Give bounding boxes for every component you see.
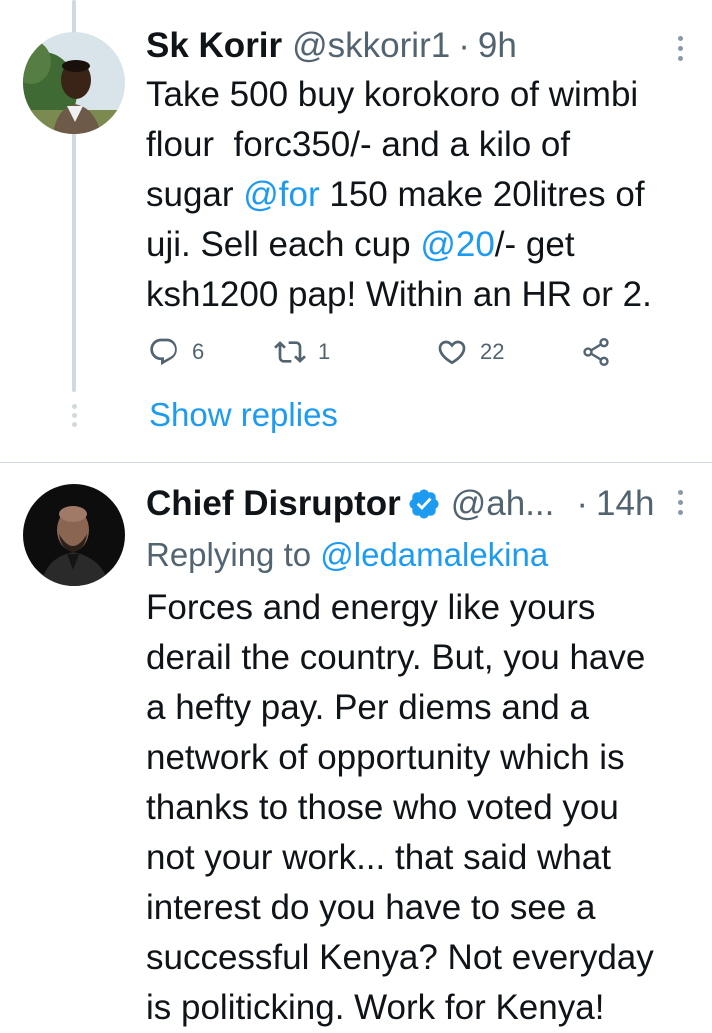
- tweet-text: Take 500 buy korokoro of wimbi flour for…: [146, 70, 698, 320]
- tweet-actions: 6 1 22: [148, 336, 618, 372]
- reply-icon: [150, 338, 177, 366]
- reply-button[interactable]: 6: [148, 336, 204, 368]
- author-name[interactable]: Sk Korir: [146, 26, 282, 66]
- retweet-icon: [274, 341, 306, 363]
- replying-to: Replying to @ledamalekina: [146, 533, 548, 577]
- tweet-timestamp[interactable]: 14h: [596, 484, 654, 524]
- tweet-header: Chief Disruptor @ah... · 14h: [146, 484, 654, 524]
- avatar-photo: [23, 32, 125, 134]
- retweet-count: 1: [318, 339, 331, 364]
- like-count: 22: [480, 339, 505, 364]
- thread-more-dots: [71, 404, 77, 427]
- tweet-timestamp[interactable]: 9h: [478, 26, 517, 66]
- verified-badge-icon: [409, 489, 439, 519]
- replying-to-label: Replying to: [146, 536, 321, 573]
- tweet-text: Forces and energy like yours derail the …: [146, 588, 654, 1027]
- avatar-photo: [23, 484, 125, 586]
- mention-link[interactable]: @for: [243, 175, 319, 214]
- reply-count: 6: [192, 339, 205, 364]
- header-separator: ·: [576, 484, 589, 523]
- share-icon: [583, 338, 609, 366]
- mention-link[interactable]: @20: [420, 225, 494, 264]
- like-button[interactable]: 22: [436, 336, 504, 368]
- author-handle[interactable]: @skkorir1: [292, 26, 450, 66]
- author-name[interactable]: Chief Disruptor: [146, 484, 401, 524]
- share-button[interactable]: [580, 336, 612, 368]
- header-separator: ·: [458, 26, 470, 65]
- replying-to-handle[interactable]: @ledamalekina: [320, 536, 548, 573]
- avatar[interactable]: [23, 32, 125, 134]
- avatar[interactable]: [23, 484, 125, 586]
- tweet-header: Sk Korir @skkorir1 · 9h: [146, 26, 517, 66]
- like-icon: [438, 340, 466, 365]
- retweet-button[interactable]: 1: [274, 336, 330, 368]
- author-handle[interactable]: @ah...: [451, 484, 555, 524]
- show-replies-link[interactable]: Show replies: [149, 396, 338, 434]
- more-icon[interactable]: [676, 490, 684, 515]
- more-icon[interactable]: [676, 36, 684, 61]
- tweet-divider: [0, 462, 712, 463]
